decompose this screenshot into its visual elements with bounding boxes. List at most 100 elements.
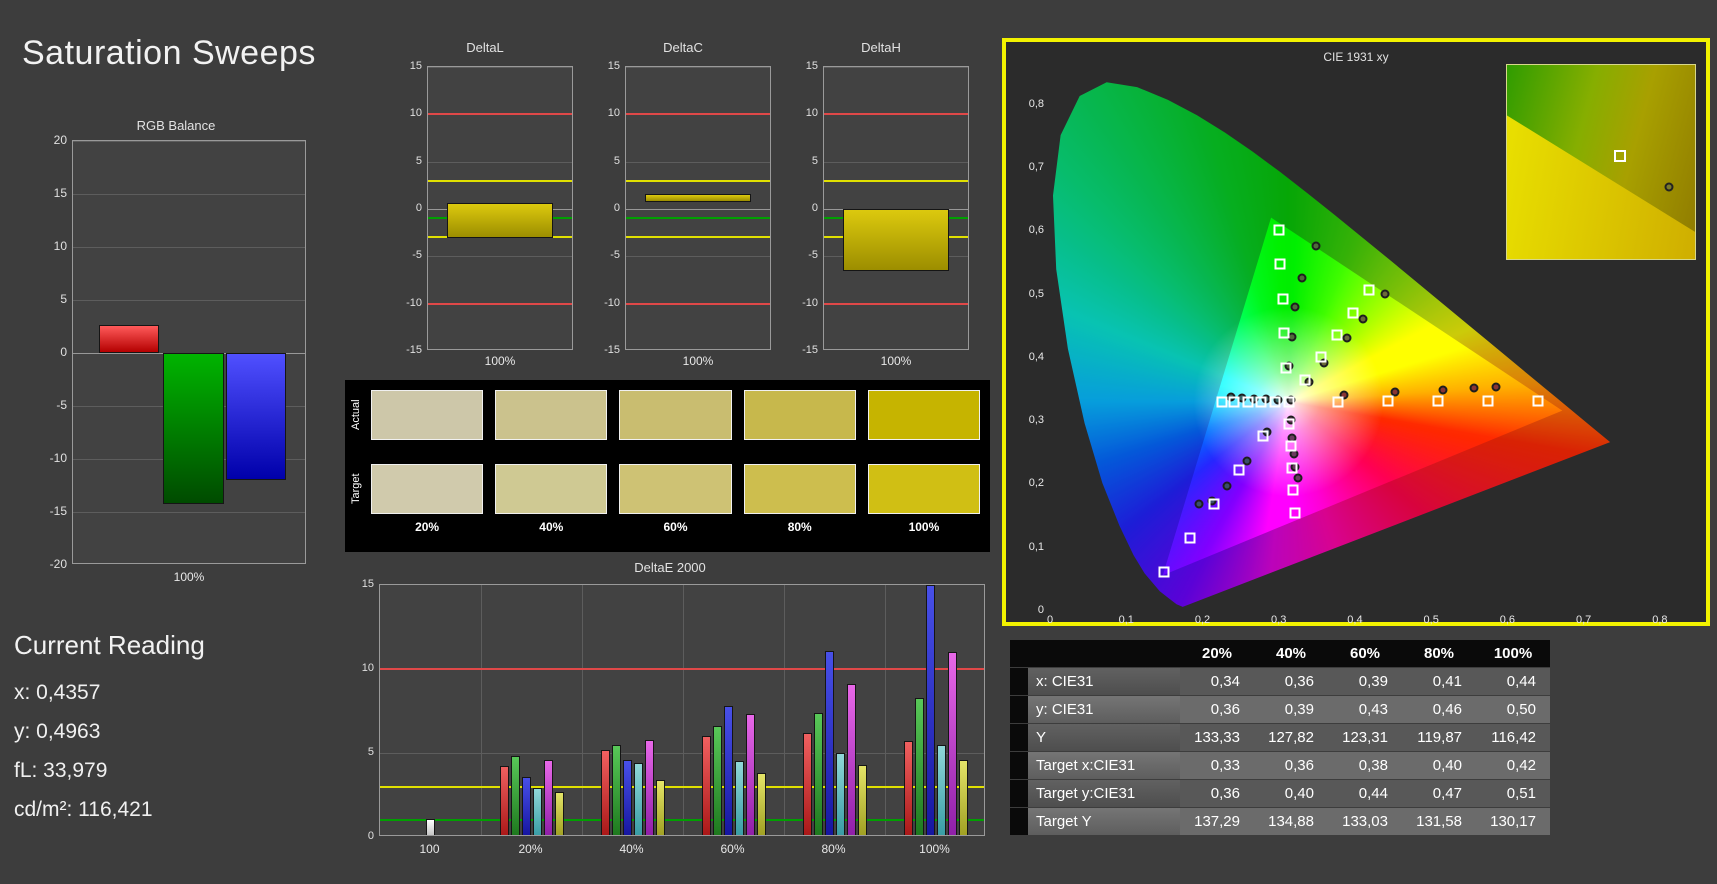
target-point <box>1382 395 1394 407</box>
axis-tick: 10 <box>409 107 422 120</box>
table-value: 0,36 <box>1180 780 1254 807</box>
swatch-col-labels: 20% 40% 60% 80% 100% <box>371 520 980 534</box>
group-separator <box>885 585 886 835</box>
limit-line-red <box>428 302 572 305</box>
target-point <box>1482 395 1494 407</box>
rgb-gridline <box>73 141 305 142</box>
axis-tick: 0 <box>613 202 620 214</box>
deltae-bar-cyan <box>835 753 845 835</box>
table-value: 0,51 <box>1476 780 1550 807</box>
axis-tick: 5 <box>613 154 620 167</box>
cie-1931-chart[interactable]: CIE 1931 xy 0 0,1 0,2 0,3 0,4 0,5 0,6 0,7 0,8 00… <box>1002 38 1710 626</box>
table-value: 131,58 <box>1402 808 1476 835</box>
reading-cdm2: cd/m²: 116,421 <box>14 798 153 821</box>
rgb-axis-tick: -15 <box>49 504 67 518</box>
swatch-row-label: Actual <box>350 399 362 431</box>
target-point <box>1257 430 1269 442</box>
rgb-balance-chart[interactable]: RGB Balance 20 15 10 5 0 -5 -10 -15 -20 100% <box>40 118 312 596</box>
limit-line-yellow <box>428 179 572 182</box>
measured-point <box>1380 289 1390 299</box>
table-value: 133,33 <box>1180 724 1254 751</box>
limit-line-red <box>824 302 968 305</box>
y-axis-tick: 0,4 <box>1028 350 1044 363</box>
rgb-bar-blue <box>226 353 287 481</box>
x-axis-label: 40% <box>619 842 644 856</box>
table-header-cell <box>1028 640 1180 667</box>
table-value: 0,41 <box>1402 668 1476 695</box>
axis-tick: 5 <box>367 746 374 758</box>
x-axis-tick: 0,3 <box>1271 614 1287 626</box>
deltae2000-chart[interactable]: DeltaE 2000 15 10 5 0 100 20% 40% 60% 80% 100% <box>345 560 995 860</box>
table-gutter <box>1010 696 1028 723</box>
table-value: 0,44 <box>1476 668 1550 695</box>
table-row-label: Target Y <box>1028 808 1180 835</box>
x-axis-tick: 0,6 <box>1499 614 1516 626</box>
measured-point <box>1293 473 1303 483</box>
table-value: 0,36 <box>1254 752 1328 779</box>
axis-tick: -10 <box>604 296 620 309</box>
reading-y: y: 0,4963 <box>14 720 101 743</box>
swatch-row-actual <box>371 390 981 440</box>
deltae-bar-yellow <box>958 759 968 835</box>
deltae-bar-green <box>914 697 924 835</box>
delta-bar <box>644 193 752 203</box>
table-value: 134,88 <box>1254 808 1328 835</box>
color-swatches-panel[interactable]: Actual Target 20% 40% 60% 80% 100% <box>345 380 990 552</box>
table-header-row: 20% 40% 60% 80% 100% <box>1010 640 1550 667</box>
axis-tick: -10 <box>802 296 818 309</box>
deltae-bar-blue <box>622 759 632 835</box>
cie-zoom-inset <box>1506 64 1696 260</box>
axis-tick: -10 <box>406 296 422 309</box>
inset-measured-point <box>1664 182 1674 192</box>
delta-chart-deltac[interactable]: DeltaC 15 10 5 0 -5 -10 -15 100% <box>593 40 773 370</box>
y-axis-tick: 0,3 <box>1028 414 1044 427</box>
deltae-bar-red <box>903 741 913 835</box>
inset-target-point <box>1613 150 1626 163</box>
rgb-axis-tick: -20 <box>49 557 67 571</box>
delta-chart-deltal[interactable]: DeltaL 15 10 5 0 -5 -10 -15 100% <box>395 40 575 370</box>
deltae-bar-red <box>701 736 711 835</box>
axis-tick: 10 <box>607 107 620 120</box>
target-point <box>1331 329 1343 341</box>
measured-point <box>1342 333 1352 343</box>
x-axis-label: 20% <box>518 842 543 856</box>
swatch-col-label: 80% <box>787 520 812 534</box>
limit-line-red <box>428 113 572 116</box>
swatch-col-label: 40% <box>539 520 564 534</box>
table-gutter <box>1010 668 1028 695</box>
axis-tick: 15 <box>607 60 620 72</box>
chart-title: DeltaE 2000 <box>634 560 706 575</box>
delta-chart-deltah[interactable]: DeltaH 15 10 5 0 -5 -10 -15 100% <box>791 40 971 370</box>
table-header-cell: 40% <box>1254 640 1328 667</box>
y-axis-tick: 0,1 <box>1028 540 1044 553</box>
y-axis-tick: 0,5 <box>1028 287 1044 300</box>
x-axis-tick: 0,4 <box>1347 614 1363 626</box>
swatch-target-100% <box>867 464 981 514</box>
table-value: 0,43 <box>1328 696 1402 723</box>
target-point <box>1277 293 1289 305</box>
x-axis-tick: 0,7 <box>1575 614 1592 626</box>
measured-point <box>1358 314 1368 324</box>
rgb-gridline <box>73 194 305 195</box>
target-point <box>1269 396 1281 408</box>
measured-point <box>1491 382 1501 392</box>
limit-line-yellow <box>626 236 770 239</box>
group-separator <box>784 585 785 835</box>
axis-tick: 0 <box>367 830 374 842</box>
axis-tick: 15 <box>805 60 818 72</box>
table-value: 0,34 <box>1180 668 1254 695</box>
table-row: x: CIE31 0,34 0,36 0,39 0,41 0,44 <box>1010 668 1550 695</box>
y-axis-tick: 0 <box>1037 604 1044 616</box>
table-value: 0,44 <box>1328 780 1402 807</box>
delta-bar <box>842 209 950 272</box>
x-axis-label: 100% <box>682 354 714 368</box>
gridline <box>428 161 572 163</box>
table-header-cell: 20% <box>1180 640 1254 667</box>
deltae-bar-green <box>712 726 722 835</box>
swatch-actual-60% <box>619 390 732 440</box>
swatch-col-label: 60% <box>663 520 688 534</box>
measurement-table: 20% 40% 60% 80% 100% x: CIE31 0,34 0,36 0,39 0,41… <box>1010 640 1550 835</box>
table-value: 0,33 <box>1180 752 1254 779</box>
axis-tick: -15 <box>802 344 818 356</box>
x-axis-tick: 0,1 <box>1118 614 1134 626</box>
